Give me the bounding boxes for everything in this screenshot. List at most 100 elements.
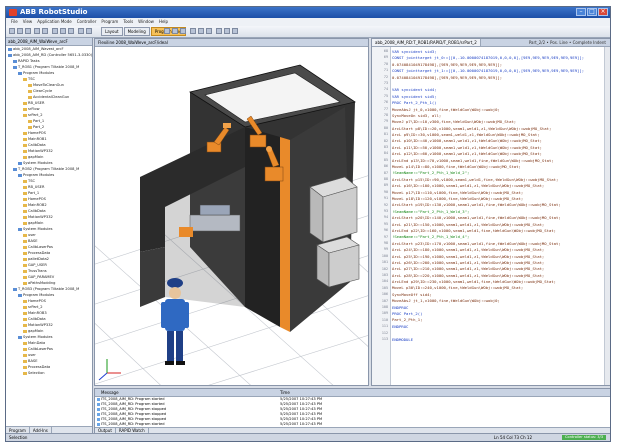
- menu-item[interactable]: View: [23, 18, 33, 26]
- output-pane: Message Time ITS_2008_AIM_RD: Program st…: [94, 388, 610, 436]
- tree-node-icon: [23, 221, 27, 225]
- settings-icon[interactable]: [232, 28, 238, 34]
- controller-tree: abb_2008_AIM_Wavest_arcF abb_2008_AIM_RD …: [6, 46, 92, 427]
- zoom-icon[interactable]: [78, 28, 84, 34]
- menu-item[interactable]: Application Mode: [37, 18, 72, 26]
- output-col-time[interactable]: Time: [280, 389, 290, 396]
- code-line[interactable]: CONST jointtarget jt_1:=[[0,-10.00000741…: [392, 68, 604, 74]
- menu-item[interactable]: Tools: [123, 18, 133, 26]
- select-icon[interactable]: [52, 28, 58, 34]
- tree-item-label: aPathsModding: [28, 281, 56, 285]
- robot-icon[interactable]: [198, 28, 204, 34]
- rapid-editor[interactable]: abb_2008_AIM_RD:T_ROB1/RAPID/T_ROB1/srPa…: [371, 38, 610, 386]
- viewport-tab[interactable]: Flexiline 2008_WaiWeve_arcF/ideal: [95, 39, 368, 47]
- tree-node-icon: [23, 275, 27, 279]
- tree-node-icon: [23, 269, 27, 273]
- tree-node-icon: [23, 353, 27, 357]
- tree-node-icon: [28, 83, 32, 87]
- line-number: 111: [381, 324, 388, 329]
- stop-icon[interactable]: [172, 28, 178, 34]
- minimize-button[interactable]: –: [576, 8, 586, 16]
- tree-item-label: gapMain: [28, 329, 44, 333]
- close-button[interactable]: ×: [598, 8, 608, 16]
- tree-item-label: System Modules: [23, 335, 53, 339]
- robot-cell-scene[interactable]: [95, 47, 369, 386]
- tree-node-icon: [23, 263, 27, 267]
- line-number: 81: [383, 132, 388, 137]
- controller-tree-pane: abb_2008_AIM_WaiWeve_arcF abb_2008_AIM_W…: [6, 38, 93, 436]
- output-col-message[interactable]: Message: [101, 389, 119, 396]
- tree-node-icon: [23, 197, 27, 201]
- tree-node-icon: [13, 167, 17, 171]
- tree-item-label: HomePOS: [28, 197, 46, 201]
- code-line[interactable]: CONST jointtarget jt_0:=[[0,-10.00000741…: [392, 55, 604, 61]
- line-number: 96: [383, 228, 388, 233]
- line-number: 106: [381, 292, 388, 297]
- 3d-viewport[interactable]: Flexiline 2008_WaiWeve_arcF/ideal: [94, 38, 369, 386]
- tree-item-label: srFlow: [28, 107, 40, 111]
- tree-node-icon: [23, 191, 27, 195]
- controller-cabinets[interactable]: [309, 176, 360, 288]
- code-line[interactable]: ENDMODULE: [392, 337, 604, 343]
- menu-item[interactable]: Controller: [77, 18, 97, 26]
- open-icon[interactable]: [17, 28, 23, 34]
- measure-icon[interactable]: [68, 28, 74, 34]
- tree-item-label: System Modules: [23, 161, 53, 165]
- menu-item[interactable]: Window: [138, 18, 154, 26]
- tree-node-icon: [23, 305, 27, 309]
- editor-tab[interactable]: abb_2008_AIM_RD:T_ROB1/RAPID/T_ROB1/srPa…: [372, 39, 481, 46]
- sync-icon[interactable]: [190, 28, 196, 34]
- mode-tab[interactable]: Layout: [101, 27, 123, 36]
- line-number: 98: [383, 241, 388, 245]
- path-icon[interactable]: [206, 28, 212, 34]
- info-icon: [97, 423, 100, 426]
- cell-orange-trim: [280, 137, 290, 332]
- menu-item[interactable]: File: [11, 18, 18, 26]
- tree-node-icon: [23, 281, 27, 285]
- tree-item-label: TSC: [28, 179, 35, 183]
- info-icon: [97, 403, 100, 406]
- play-icon[interactable]: [164, 28, 170, 34]
- tree-item[interactable]: Selection: [6, 370, 92, 376]
- line-number: 82: [383, 138, 388, 143]
- pan-icon[interactable]: [86, 28, 92, 34]
- menu-item[interactable]: Program: [101, 18, 118, 26]
- tree-item-label: T_ROB2 (Program Tiltable 2008_M: [18, 167, 80, 171]
- tree-header: abb_2008_AIM_WaiWeve_arcF: [6, 38, 92, 46]
- new-icon[interactable]: [9, 28, 15, 34]
- tree-item-label: gapMain: [28, 155, 44, 159]
- tree-item-label: RB_USER: [28, 101, 45, 105]
- tree-item-label: GAP_PARAMEV: [28, 275, 55, 279]
- save-icon[interactable]: [25, 28, 31, 34]
- redo-icon[interactable]: [42, 28, 48, 34]
- line-number: 85: [383, 157, 388, 162]
- toolbar: LayoutModelingProgramming: [6, 26, 610, 38]
- tree-node-icon: [13, 59, 17, 63]
- tree-item-label: Selection: [28, 371, 45, 375]
- tree-item-label: Program Modules: [23, 173, 55, 177]
- mode-tab[interactable]: Modeling: [123, 27, 150, 36]
- snap-icon[interactable]: [60, 28, 66, 34]
- tree-node-icon: [18, 335, 22, 339]
- target-icon[interactable]: [216, 28, 222, 34]
- tree-node-icon: [23, 347, 27, 351]
- line-number: 72: [383, 74, 388, 79]
- line-number: 74: [383, 87, 388, 92]
- step-icon[interactable]: [180, 28, 186, 34]
- menu-item[interactable]: Help: [159, 18, 168, 26]
- line-number: 84: [383, 151, 388, 156]
- tree-node-icon: [23, 155, 27, 159]
- line-number: 73: [383, 81, 388, 85]
- tree-node-icon: [18, 71, 22, 75]
- line-number: 101: [381, 260, 388, 265]
- jog-icon[interactable]: [224, 28, 230, 34]
- rapid-code[interactable]: VAR syncident sid3; CONST jointtarget jt_…: [392, 49, 604, 385]
- tree-node-icon: [28, 119, 32, 123]
- editor-scrollbar[interactable]: [604, 47, 610, 385]
- tree-item-label: MotionWP332: [28, 149, 53, 153]
- tree-item-label: GAP_USER: [28, 263, 47, 267]
- maximize-button[interactable]: □: [587, 8, 597, 16]
- tree-item-label: srPart_2: [28, 113, 43, 117]
- controller-status-badge[interactable]: Controller status: 3/3: [562, 435, 606, 440]
- undo-icon[interactable]: [34, 28, 40, 34]
